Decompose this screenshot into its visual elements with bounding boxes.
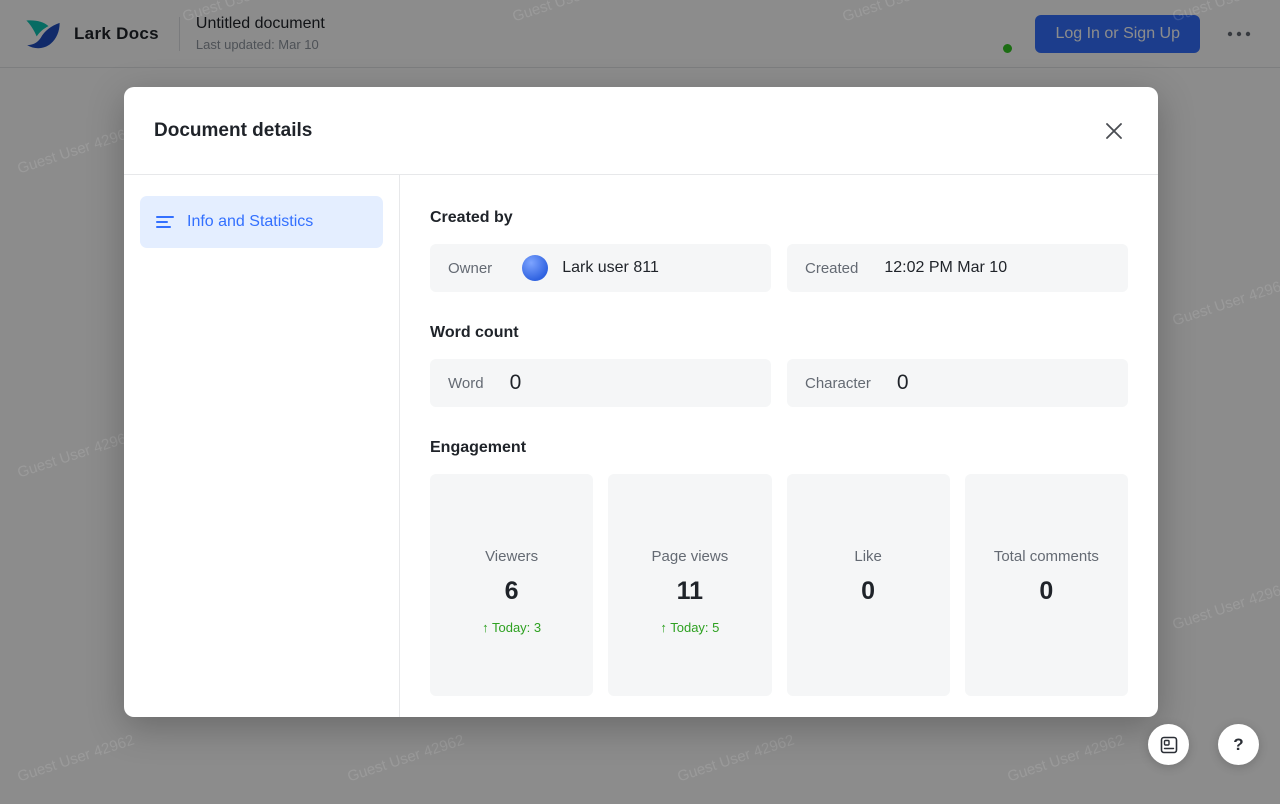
sidebar-item-info-and-statistics[interactable]: Info and Statistics <box>140 196 383 248</box>
modal-title: Document details <box>154 119 313 141</box>
owner-avatar <box>522 255 549 281</box>
owner-name: Lark user 811 <box>562 259 659 276</box>
close-button[interactable] <box>1100 117 1128 145</box>
viewers-card: Viewers 6 ↑ Today: 3 <box>430 474 594 696</box>
modal-sidebar: Info and Statistics <box>124 175 400 717</box>
page-views-value: 11 <box>676 577 704 605</box>
info-statistics-icon <box>156 216 174 228</box>
page-views-label: Page views <box>651 548 729 565</box>
word-count-heading: Word count <box>430 324 519 341</box>
modal-main: Created by Owner Lark user 811 Created 1… <box>400 175 1158 717</box>
created-by-heading: Created by <box>430 209 513 226</box>
total-comments-value: 0 <box>1039 577 1054 605</box>
close-icon <box>1106 122 1122 139</box>
like-card: Like 0 <box>786 474 950 696</box>
owner-label: Owner <box>448 259 493 277</box>
word-value: 0 <box>509 371 522 394</box>
help-button[interactable]: ? <box>1218 724 1259 765</box>
page-views-card: Page views 11 ↑ Today: 5 <box>608 474 772 696</box>
viewers-label: Viewers <box>485 548 539 565</box>
templates-button[interactable] <box>1148 724 1189 765</box>
total-comments-card: Total comments 0 <box>964 474 1128 696</box>
sidebar-item-label: Info and Statistics <box>187 213 314 230</box>
modal-body: Info and Statistics Created by Owner Lar… <box>124 175 1158 717</box>
like-label: Like <box>854 548 882 565</box>
like-value: 0 <box>861 577 876 605</box>
created-value: 12:02 PM Mar 10 <box>884 259 1008 276</box>
word-count-row: Word 0 Character 0 <box>430 359 1128 407</box>
engagement-cards: Viewers 6 ↑ Today: 3 Page views 11 ↑ Tod… <box>430 474 1128 696</box>
character-value: 0 <box>896 371 909 394</box>
viewers-value: 6 <box>504 577 519 605</box>
template-doc-icon <box>1160 736 1177 753</box>
total-comments-label: Total comments <box>993 548 1099 565</box>
created-by-row: Owner Lark user 811 Created 12:02 PM Mar… <box>430 244 1128 292</box>
page-views-today: ↑ Today: 5 <box>660 620 720 635</box>
character-label: Character <box>805 374 871 392</box>
document-details-modal: Document details Info and Statistics Cre… <box>124 87 1158 717</box>
engagement-heading: Engagement <box>430 439 527 456</box>
character-box: Character 0 <box>787 359 1128 407</box>
word-label: Word <box>448 374 484 392</box>
modal-header: Document details <box>124 87 1158 175</box>
owner-box: Owner Lark user 811 <box>430 244 771 292</box>
created-label: Created <box>805 259 859 277</box>
created-box: Created 12:02 PM Mar 10 <box>787 244 1128 292</box>
viewers-today: ↑ Today: 3 <box>482 620 542 635</box>
word-box: Word 0 <box>430 359 771 407</box>
